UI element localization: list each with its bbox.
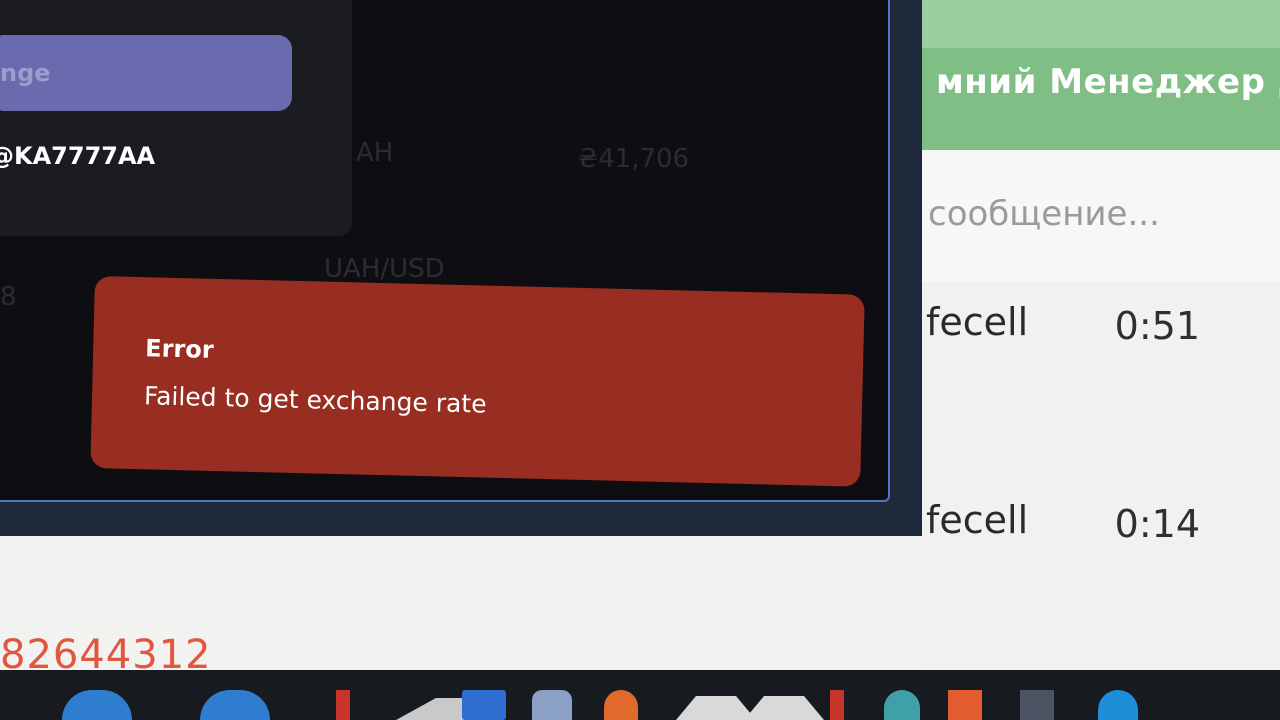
chat-name: fecell [926, 498, 1029, 542]
chat-name: fecell [926, 300, 1029, 344]
chat-list-item[interactable]: fecell 0:14 [926, 498, 1280, 568]
app-icon[interactable] [948, 690, 982, 720]
chat-list-item[interactable]: fecell 0:51 [926, 300, 1280, 370]
exchange-button[interactable]: nge [0, 35, 292, 111]
app-icon[interactable] [1098, 690, 1138, 720]
side-value: 8 [0, 282, 17, 312]
wallet-address-text: KA7777AA [14, 142, 156, 170]
mail-icon[interactable] [462, 690, 506, 720]
vlc-icon[interactable] [744, 696, 824, 720]
search-input[interactable]: сообщение... [928, 194, 1160, 234]
at-sign-icon: @ [0, 142, 14, 170]
app-icon[interactable] [830, 690, 844, 720]
pair-label: UAH/USD [324, 254, 445, 284]
chat-time: 0:51 [1114, 304, 1200, 348]
app-icon[interactable] [884, 690, 920, 720]
app-icon[interactable] [604, 690, 638, 720]
edge-icon[interactable] [62, 690, 132, 720]
balance-value: ₴41,706 [578, 144, 690, 174]
app-icon[interactable] [1020, 690, 1054, 720]
app-icon[interactable] [336, 690, 350, 720]
taskbar [0, 670, 1280, 720]
error-toast[interactable]: Error Failed to get exchange rate [90, 276, 865, 487]
exchange-app-window: nge @KA7777AA AH ₴41,706 UAH/USD 8 Error… [0, 0, 890, 502]
error-message: Failed to get exchange rate [143, 381, 487, 419]
edge-icon[interactable] [200, 690, 270, 720]
app-icon[interactable] [532, 690, 572, 720]
chat-time: 0:14 [1114, 502, 1200, 546]
currency-label: AH [356, 138, 394, 168]
error-title: Error [144, 334, 214, 364]
wallet-card: nge @KA7777AA [0, 0, 352, 236]
chat-header-title: мний Менеджер д [936, 62, 1280, 102]
wallet-address: @KA7777AA [0, 142, 155, 170]
exchange-button-label: nge [0, 59, 51, 87]
chat-header-pattern [900, 0, 1280, 48]
